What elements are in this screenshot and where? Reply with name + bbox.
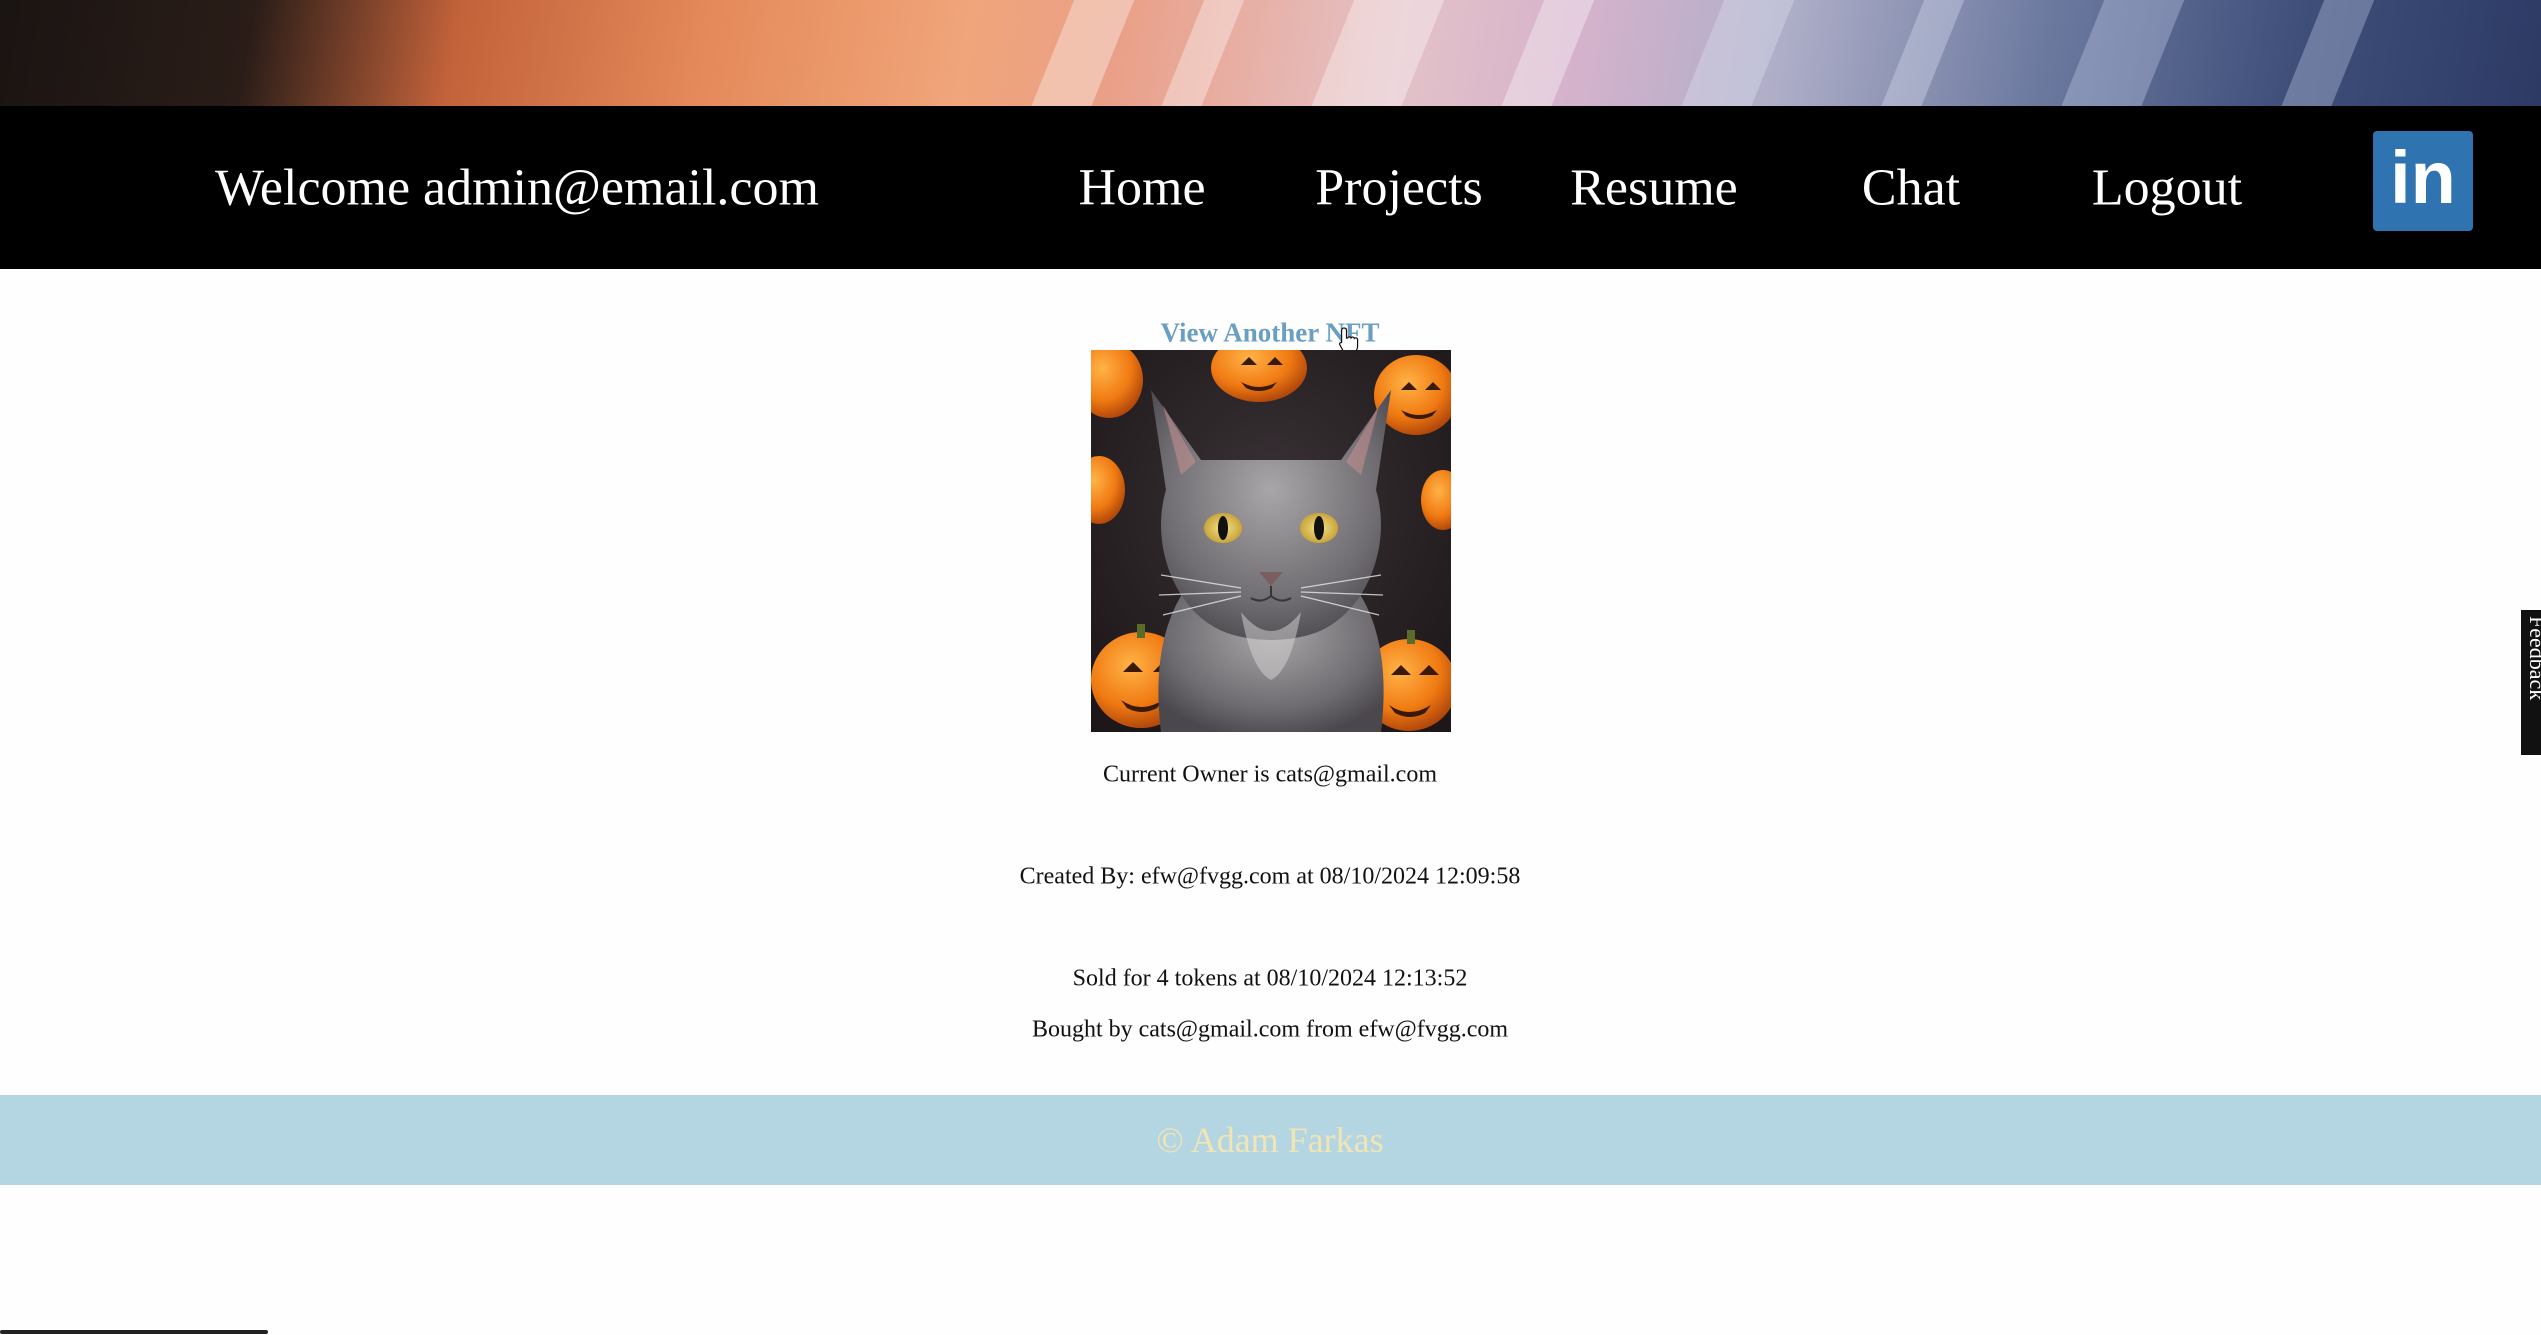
linkedin-button[interactable]: in — [2373, 131, 2473, 231]
linkedin-icon: in — [2390, 136, 2456, 219]
sold-for-text: Sold for 4 tokens at 08/10/2024 12:13:52 — [1072, 965, 1468, 992]
footer: © Adam Farkas — [0, 1095, 2541, 1185]
copyright-text: © Adam Farkas — [1156, 1120, 1384, 1160]
nav-link-logout[interactable]: Logout — [2092, 158, 2242, 217]
nav-link-resume[interactable]: Resume — [1570, 158, 1738, 217]
feedback-label: Feedback — [2525, 616, 2541, 701]
created-by-text: Created By: efw@fvgg.com at 08/10/2024 1… — [1019, 863, 1521, 890]
top-navigation-bar: Welcome admin@email.com Home Projects Re… — [0, 106, 2541, 269]
nav-link-home[interactable]: Home — [1078, 158, 1205, 217]
bought-by-text: Bought by cats@gmail.com from efw@fvgg.c… — [1031, 1016, 1509, 1043]
nft-image — [1091, 350, 1451, 732]
horizontal-scrollbar[interactable] — [0, 1330, 268, 1334]
nav-link-projects[interactable]: Projects — [1315, 158, 1483, 217]
welcome-message: Welcome admin@email.com — [215, 159, 819, 216]
feedback-tab[interactable]: Feedback — [2521, 610, 2541, 755]
linkedin-logo-text: in — [2390, 136, 2456, 219]
current-owner-text: Current Owner is cats@gmail.com — [1102, 761, 1438, 788]
header-banner-image — [0, 0, 2541, 106]
nav-link-chat[interactable]: Chat — [1862, 158, 1960, 217]
